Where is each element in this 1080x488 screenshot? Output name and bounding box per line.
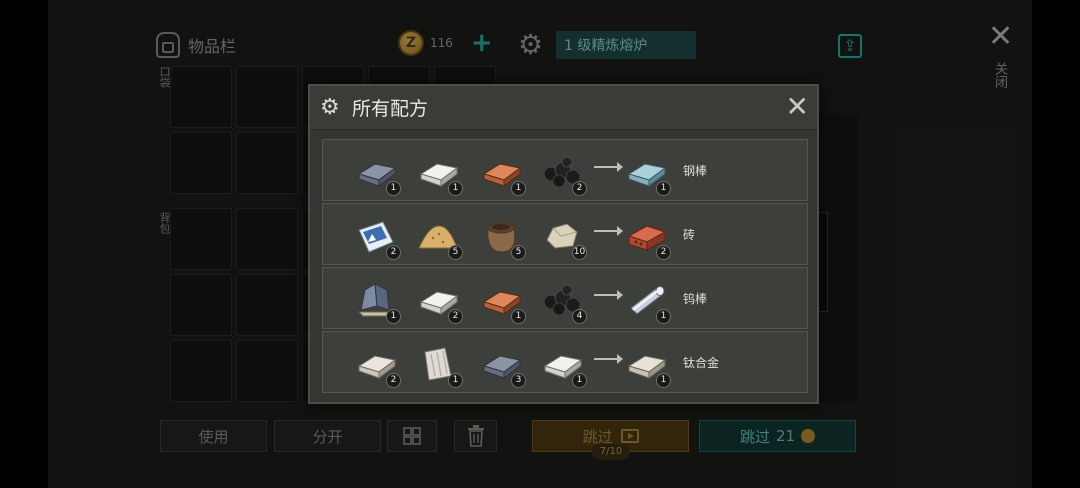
ingredient-item[interactable]: 3 xyxy=(478,340,526,388)
modal-header: ⚙ 所有配方 xyxy=(310,86,817,130)
item-count-badge: 2 xyxy=(656,245,671,260)
item-count-badge: 5 xyxy=(511,245,526,260)
result-item[interactable]: 1 xyxy=(623,276,671,324)
ingredient-item[interactable]: 1 xyxy=(353,148,401,196)
arrow-right-icon xyxy=(594,354,623,364)
ingredient-item[interactable]: 5 xyxy=(415,212,463,260)
arrow-right-icon xyxy=(594,226,623,236)
ingredient-item[interactable]: 1 xyxy=(539,340,587,388)
recipe-row[interactable]: 1 2 1 4 1 钨棒 xyxy=(322,267,808,329)
recipes-modal: ⚙ 所有配方 ✕ 1 1 1 2 1 钢棒 2 5 5 10 2 砖 1 2 1 4 1 钨棒 2 1 3 1 1 钛合金 xyxy=(308,84,819,404)
result-name: 钛合金 xyxy=(683,356,720,370)
item-count-badge: 1 xyxy=(572,373,587,388)
ingredient-item[interactable]: 1 xyxy=(415,148,463,196)
item-count-badge: 1 xyxy=(448,181,463,196)
ingredient-item[interactable]: 2 xyxy=(415,276,463,324)
gear-icon: ⚙ xyxy=(320,95,340,120)
ingredient-item[interactable]: 2 xyxy=(353,340,401,388)
recipe-row[interactable]: 2 5 5 10 2 砖 xyxy=(322,203,808,265)
ingredient-item[interactable]: 5 xyxy=(478,212,526,260)
arrow-right-icon xyxy=(594,290,623,300)
item-count-badge: 1 xyxy=(656,373,671,388)
ingredient-item[interactable]: 4 xyxy=(539,276,587,324)
result-item[interactable]: 2 xyxy=(623,212,671,260)
item-count-badge: 10 xyxy=(572,245,587,260)
modal-close-icon[interactable]: ✕ xyxy=(786,92,809,122)
ingredient-item[interactable]: 1 xyxy=(478,276,526,324)
item-count-badge: 1 xyxy=(386,309,401,324)
ingredient-item[interactable]: 2 xyxy=(353,212,401,260)
arrow-right-icon xyxy=(594,162,623,172)
item-count-badge: 2 xyxy=(572,181,587,196)
item-count-badge: 1 xyxy=(386,181,401,196)
ingredient-item[interactable]: 1 xyxy=(353,276,401,324)
result-item[interactable]: 1 xyxy=(623,148,671,196)
item-count-badge: 1 xyxy=(511,181,526,196)
item-count-badge: 2 xyxy=(386,245,401,260)
ingredient-item[interactable]: 1 xyxy=(415,340,463,388)
result-name: 砖 xyxy=(683,228,696,242)
recipe-list: 1 1 1 2 1 钢棒 2 5 5 10 2 砖 1 2 1 4 1 钨棒 2 1 3 1 1 钛合金 xyxy=(322,139,808,395)
recipe-row[interactable]: 2 1 3 1 1 钛合金 xyxy=(322,331,808,393)
recipe-row[interactable]: 1 1 1 2 1 钢棒 xyxy=(322,139,808,201)
item-count-badge: 1 xyxy=(511,309,526,324)
item-count-badge: 3 xyxy=(511,373,526,388)
item-count-badge: 2 xyxy=(386,373,401,388)
ingredient-item[interactable]: 2 xyxy=(539,148,587,196)
item-count-badge: 5 xyxy=(448,245,463,260)
item-count-badge: 1 xyxy=(656,181,671,196)
item-count-badge: 1 xyxy=(656,309,671,324)
result-name: 钢棒 xyxy=(683,164,708,178)
result-item[interactable]: 1 xyxy=(623,340,671,388)
ingredient-item[interactable]: 1 xyxy=(478,148,526,196)
result-name: 钨棒 xyxy=(683,292,708,306)
modal-title: 所有配方 xyxy=(352,98,429,120)
item-count-badge: 2 xyxy=(448,309,463,324)
item-count-badge: 4 xyxy=(572,309,587,324)
ingredient-item[interactable]: 10 xyxy=(539,212,587,260)
item-count-badge: 1 xyxy=(448,373,463,388)
